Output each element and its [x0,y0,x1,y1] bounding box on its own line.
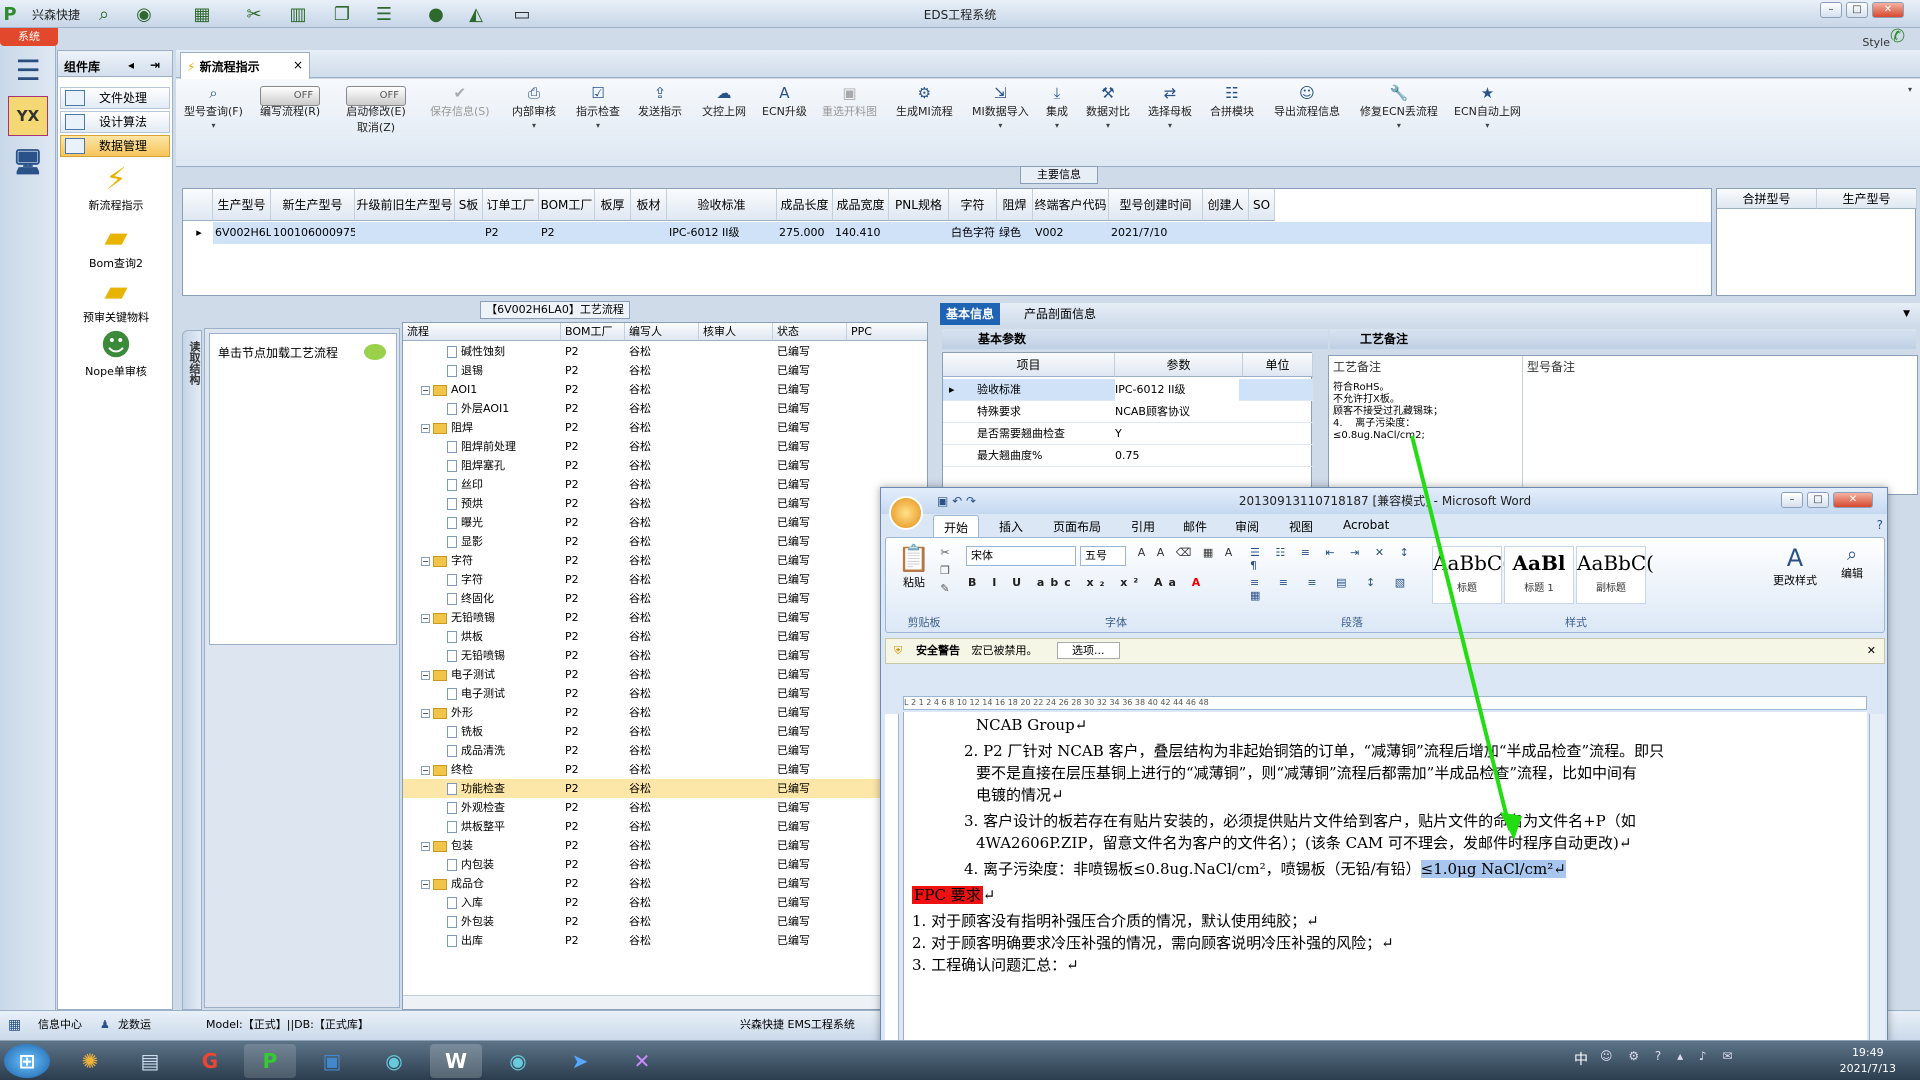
arrow-line [1410,435,1512,831]
shell-app-icon[interactable]: ✺ [64,1044,116,1078]
save-app-icon[interactable]: ▣ [306,1044,358,1078]
g-app-icon[interactable]: G [184,1044,236,1078]
date: 2021/7/13 [1839,1062,1896,1075]
ime-indicator[interactable]: 中 [1574,1049,1588,1069]
taskbar: ⊞ ✺ ▤ G P ▣ ◉ W ◉ ➤ ✕ 中 ☺ ⚙ ? ▴ ♪ ✉ 19:4… [0,1040,1920,1080]
arrow-head [1500,812,1522,840]
green-arrow-annotation [1410,435,1522,840]
x-app-icon[interactable]: ✕ [616,1044,668,1078]
send-app-icon[interactable]: ➤ [554,1044,606,1078]
document-app-icon[interactable]: ▤ [124,1044,176,1078]
tray-icons[interactable]: ☺ ⚙ ? ▴ ♪ ✉ [1600,1049,1738,1063]
start-button-icon[interactable]: ⊞ [4,1044,50,1078]
clock[interactable]: 19:49 2021/7/13 [1840,1045,1896,1077]
p-app-icon[interactable]: P [244,1044,296,1078]
viewer2-app-icon[interactable]: ◉ [492,1044,544,1078]
viewer-app-icon[interactable]: ◉ [368,1044,420,1078]
time: 19:49 [1851,1046,1884,1059]
word-app-icon[interactable]: W [430,1044,482,1078]
